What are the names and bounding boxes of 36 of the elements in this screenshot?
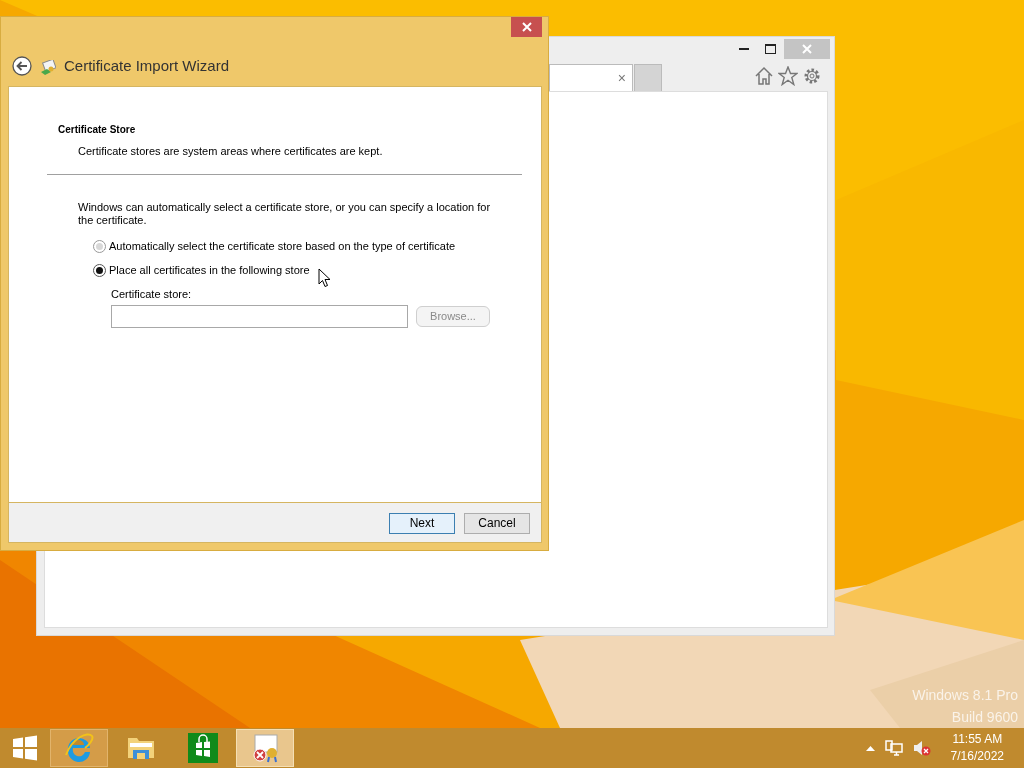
close-icon bbox=[521, 22, 532, 32]
radio-option[interactable]: Place all certificates in the following store bbox=[93, 258, 310, 283]
star-icon[interactable] bbox=[778, 66, 798, 86]
window-title: Certificate Import Wizard bbox=[64, 56, 230, 76]
close-icon bbox=[802, 44, 812, 54]
close-button[interactable] bbox=[511, 17, 542, 37]
taskbar-app-button[interactable] bbox=[236, 729, 294, 767]
next-button[interactable]: Next bbox=[389, 513, 455, 534]
radio-button[interactable] bbox=[93, 264, 106, 277]
instruction-text: Windows can automatically select a certificate store, or you can specify a location for the certificate. bbox=[78, 200, 492, 227]
show-hidden-icons-icon[interactable] bbox=[865, 745, 875, 751]
browser-tab[interactable]: × bbox=[549, 64, 633, 91]
clock-time: 11:55 AM bbox=[951, 731, 1004, 748]
section-heading: Certificate Store bbox=[58, 123, 137, 137]
windows-logo-icon bbox=[12, 735, 38, 761]
cursor-icon bbox=[318, 268, 331, 288]
settings-icon[interactable] bbox=[802, 66, 822, 86]
cancel-button[interactable]: Cancel bbox=[464, 513, 530, 534]
field-label: Certificate store: bbox=[111, 286, 193, 302]
back-icon[interactable] bbox=[12, 56, 32, 76]
radio-option[interactable]: Automatically select the certificate store based on the type of certificate bbox=[93, 234, 456, 259]
tab-close-button[interactable]: × bbox=[617, 70, 626, 86]
maximize-icon bbox=[765, 44, 776, 54]
radio-button[interactable] bbox=[93, 240, 106, 253]
store-field[interactable] bbox=[111, 305, 408, 328]
minimize-icon bbox=[738, 47, 749, 51]
internet-browser-icon bbox=[64, 733, 94, 763]
volume-muted-icon[interactable] bbox=[912, 740, 931, 756]
home-icon[interactable] bbox=[754, 66, 774, 86]
certificate-icon bbox=[40, 60, 56, 76]
clock-date: 7/16/2022 bbox=[950, 748, 1004, 765]
watermark-text: Windows 8.1 Pro bbox=[912, 686, 1018, 705]
store-icon bbox=[188, 733, 218, 763]
section-description: Certificate stores are system areas where certificates are kept. bbox=[78, 144, 384, 159]
network-icon[interactable] bbox=[884, 740, 903, 756]
watermark-text: Build 9600 bbox=[950, 708, 1018, 727]
